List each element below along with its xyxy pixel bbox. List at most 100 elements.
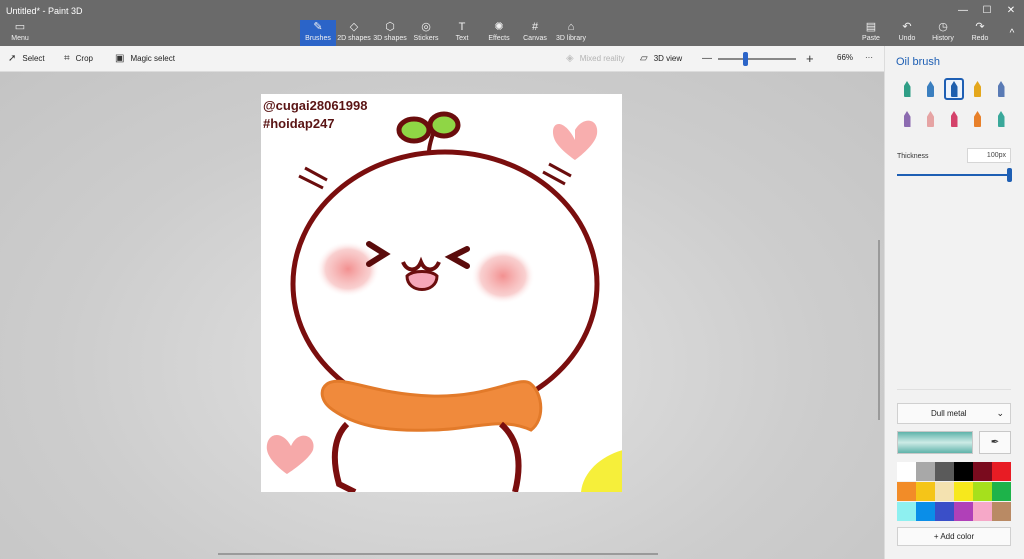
workspace: @cugai28061998 #hoidap247 [0, 72, 884, 559]
mixed-reality-icon: ◈ [566, 53, 574, 64]
undo-icon: ↶ [902, 21, 912, 33]
color-swatch[interactable] [897, 502, 916, 521]
brush-icon: ✎ [313, 21, 323, 33]
canvas-crop-icon: # [531, 21, 539, 33]
vertical-scrollbar[interactable] [878, 240, 880, 420]
magic-select-icon: ▣ [115, 53, 125, 64]
panel-divider [897, 389, 1011, 390]
tab-stickers[interactable]: ◎ Stickers [408, 20, 444, 46]
thickness-input[interactable]: 100px [967, 148, 1011, 163]
history-button[interactable]: ◷ History [925, 20, 961, 46]
color-swatch[interactable] [992, 502, 1011, 521]
thickness-slider-thumb[interactable] [1007, 168, 1012, 182]
heart-top-right [552, 120, 598, 160]
fill-icon [997, 111, 1005, 127]
title-bar: Untitled* - Paint 3D — ☐ ✕ ▭ Menu ✎ Brus… [0, 0, 1024, 46]
blush-left [316, 241, 380, 297]
zoom-slider-thumb[interactable] [743, 52, 748, 66]
history-clock-icon: ◷ [938, 21, 948, 33]
color-swatch[interactable] [954, 502, 973, 521]
color-swatch[interactable] [992, 482, 1011, 501]
zoom-out-button[interactable]: — [702, 53, 712, 64]
drawing-canvas[interactable]: @cugai28061998 #hoidap247 [261, 94, 622, 492]
sticker-icon: ◎ [421, 21, 431, 33]
tab-3d-library[interactable]: ⌂ 3D library [553, 20, 589, 46]
panel-title: Oil brush [896, 56, 941, 68]
spray-can-icon [974, 111, 981, 127]
color-swatch[interactable] [916, 502, 935, 521]
eyedropper-icon: ✒ [990, 437, 1000, 448]
thickness-slider-track[interactable] [897, 174, 1009, 176]
menu-button[interactable]: ▭ Menu [2, 20, 38, 46]
color-swatch[interactable] [897, 462, 916, 481]
color-swatch[interactable] [973, 462, 992, 481]
brush-eraser[interactable] [921, 108, 941, 130]
brush-calligraphy-pen[interactable] [921, 78, 941, 100]
brush-pixel-pen[interactable] [991, 78, 1011, 100]
color-swatch[interactable] [992, 462, 1011, 481]
color-swatch[interactable] [935, 482, 954, 501]
tab-2d-shapes[interactable]: ◇ 2D shapes [336, 20, 372, 46]
color-swatch[interactable] [916, 482, 935, 501]
brush-spray-can[interactable] [968, 108, 988, 130]
crayon-icon [950, 111, 958, 127]
color-swatch[interactable] [954, 462, 973, 481]
select-button[interactable]: ➚ Select [8, 53, 45, 64]
brush-oil-brush[interactable] [944, 78, 964, 100]
selected-color-swatch[interactable] [897, 431, 973, 454]
material-dropdown[interactable]: Dull metal ⌄ [897, 403, 1011, 424]
tab-3d-shapes[interactable]: ⬡ 3D shapes [372, 20, 408, 46]
magic-select-button[interactable]: ▣ Magic select [115, 53, 175, 64]
mixed-reality-button[interactable]: ◈ Mixed reality [566, 53, 625, 64]
color-swatch[interactable] [897, 482, 916, 501]
effects-sun-icon: ✺ [494, 21, 504, 33]
more-options-button[interactable]: ··· [865, 53, 873, 62]
calligraphy-pen-icon [927, 81, 934, 97]
watercolor-icon [974, 81, 981, 97]
collapse-ribbon-button[interactable]: ^ [1002, 27, 1022, 41]
tab-brushes[interactable]: ✎ Brushes [300, 20, 336, 46]
eyedropper-button[interactable]: ✒ [979, 431, 1011, 454]
color-swatch[interactable] [935, 502, 954, 521]
cube-icon: ⬡ [385, 21, 395, 33]
3d-view-button[interactable]: ▱ 3D view [640, 53, 682, 64]
chevron-down-icon: ⌄ [996, 408, 1004, 418]
tab-effects[interactable]: ✺ Effects [481, 20, 517, 46]
zoom-slider-track[interactable] [718, 58, 796, 60]
undo-button[interactable]: ↶ Undo [889, 20, 925, 46]
tab-canvas[interactable]: # Canvas [517, 20, 553, 46]
maximize-button[interactable]: ☐ [977, 4, 997, 18]
brush-marker[interactable] [897, 78, 917, 100]
menu-label: Menu [11, 35, 29, 42]
add-color-button[interactable]: + Add color [897, 527, 1011, 546]
zoom-in-button[interactable]: + [806, 51, 814, 66]
heart-bottom-left [266, 434, 314, 474]
close-button[interactable]: ✕ [1001, 4, 1021, 18]
color-swatch[interactable] [973, 502, 992, 521]
mouth [405, 270, 439, 291]
redo-button[interactable]: ↷ Redo [962, 20, 998, 46]
zoom-percent[interactable]: 66% [837, 53, 853, 62]
pencil-icon [903, 111, 911, 127]
brush-watercolor[interactable] [968, 78, 988, 100]
color-swatch[interactable] [973, 482, 992, 501]
color-swatch[interactable] [954, 482, 973, 501]
3d-library-icon: ⌂ [567, 21, 575, 33]
horizontal-scrollbar[interactable] [218, 553, 658, 555]
crop-button[interactable]: ⌗ Crop [64, 53, 93, 64]
brush-crayon[interactable] [944, 108, 964, 130]
brush-pencil[interactable] [897, 108, 917, 130]
minimize-button[interactable]: — [953, 4, 973, 18]
yellow-shape [581, 450, 622, 492]
canvas-toolbar: ➚ Select ⌗ Crop ▣ Magic select ◈ Mixed r… [0, 46, 884, 72]
pixel-pen-icon [997, 81, 1005, 97]
color-swatch[interactable] [935, 462, 954, 481]
sprout-leaf-right [427, 111, 461, 139]
color-swatch[interactable] [916, 462, 935, 481]
blush-right [471, 248, 535, 304]
tab-text[interactable]: T Text [444, 20, 480, 46]
canvas-watermark-tag: #hoidap247 [263, 116, 335, 131]
paste-button[interactable]: ▤ Paste [853, 20, 889, 46]
material-label: Dull metal [931, 409, 967, 418]
brush-fill[interactable] [991, 108, 1011, 130]
